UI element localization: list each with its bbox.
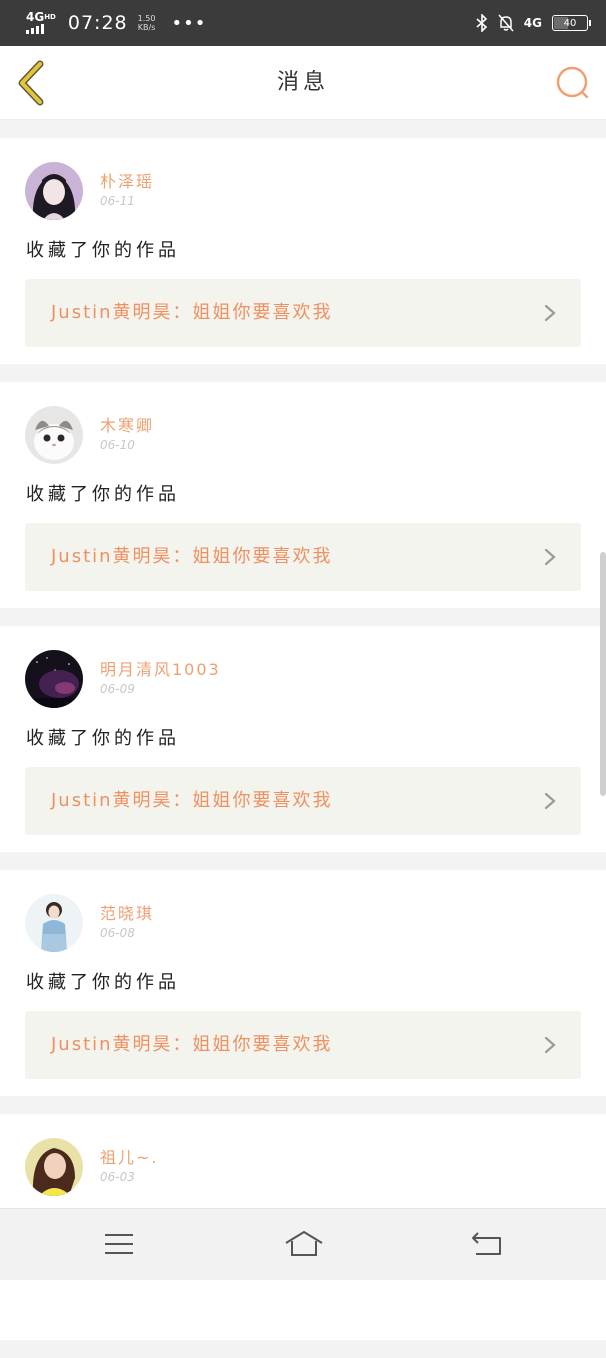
avatar[interactable] <box>25 1138 83 1196</box>
system-nav-bar <box>0 1208 606 1280</box>
return-icon <box>472 1232 501 1255</box>
search-icon <box>556 66 589 99</box>
sender-name[interactable]: 范晓琪 <box>100 900 154 924</box>
notification-card[interactable]: 明月清风1003 06-09 收藏了你的作品 Justin黄明昊：姐姐你要喜欢我 <box>0 626 606 852</box>
net-speed-value: 1.50 <box>137 14 156 23</box>
notification-date: 06-09 <box>100 682 135 696</box>
chevron-right-icon <box>544 548 556 566</box>
signal-bars-icon <box>26 24 56 34</box>
chevron-right-icon <box>544 304 556 322</box>
work-title: Justin黄明昊：姐姐你要喜欢我 <box>51 790 333 811</box>
app-header: 消息 <box>0 46 606 120</box>
return-button[interactable] <box>470 1229 504 1259</box>
mute-bell-icon <box>498 14 514 32</box>
notification-action: 收藏了你的作品 <box>26 484 180 505</box>
scrollbar[interactable] <box>600 552 606 796</box>
notification-action: 收藏了你的作品 <box>26 728 180 749</box>
sender-name[interactable]: 明月清风1003 <box>100 656 221 680</box>
net-speed-unit: KB/s <box>137 23 156 32</box>
notification-date: 06-03 <box>100 1170 135 1184</box>
network-sup: HD <box>44 13 56 21</box>
notification-action: 收藏了你的作品 <box>26 240 180 261</box>
status-bar: 4GHD 07:28 1.50 KB/s ••• 4G 40 <box>0 0 606 46</box>
network-type: 4G <box>26 10 45 24</box>
avatar[interactable] <box>25 650 83 708</box>
chevron-right-icon <box>544 792 556 810</box>
menu-button[interactable] <box>102 1229 136 1259</box>
net-speed: 1.50 KB/s <box>138 14 156 32</box>
notification-date: 06-08 <box>100 926 135 940</box>
notification-action: 收藏了你的作品 <box>26 972 180 993</box>
work-title: Justin黄明昊：姐姐你要喜欢我 <box>51 302 333 323</box>
page-title: 消息 <box>276 70 329 95</box>
chevron-right-icon <box>544 1036 556 1054</box>
home-button[interactable] <box>284 1229 324 1259</box>
network-type-2: 4G <box>523 16 542 30</box>
search-button[interactable] <box>554 64 592 102</box>
notification-card[interactable]: 朴泽瑶 06-11 收藏了你的作品 Justin黄明昊：姐姐你要喜欢我 <box>0 138 606 364</box>
work-preview[interactable]: Justin黄明昊：姐姐你要喜欢我 <box>25 767 581 835</box>
sender-name[interactable]: 祖儿~. <box>100 1144 159 1168</box>
home-icon <box>285 1231 323 1256</box>
more-notifications-icon: ••• <box>171 12 207 34</box>
work-title: Justin黄明昊：姐姐你要喜欢我 <box>51 1034 333 1055</box>
notification-list: 朴泽瑶 06-11 收藏了你的作品 Justin黄明昊：姐姐你要喜欢我 木寒卿 … <box>0 138 606 1358</box>
sender-name[interactable]: 朴泽瑶 <box>100 168 154 192</box>
notification-card[interactable]: 木寒卿 06-10 收藏了你的作品 Justin黄明昊：姐姐你要喜欢我 <box>0 382 606 608</box>
notification-card[interactable]: 范晓琪 06-08 收藏了你的作品 Justin黄明昊：姐姐你要喜欢我 <box>0 870 606 1096</box>
signal-indicator: 4GHD <box>26 10 56 34</box>
work-preview[interactable]: Justin黄明昊：姐姐你要喜欢我 <box>25 1011 581 1079</box>
work-preview[interactable]: Justin黄明昊：姐姐你要喜欢我 <box>25 523 581 591</box>
work-title: Justin黄明昊：姐姐你要喜欢我 <box>51 546 333 567</box>
work-preview[interactable]: Justin黄明昊：姐姐你要喜欢我 <box>25 279 581 347</box>
notification-date: 06-10 <box>100 438 135 452</box>
avatar[interactable] <box>25 894 83 952</box>
notification-date: 06-11 <box>100 194 135 208</box>
menu-icon <box>105 1234 133 1254</box>
avatar[interactable] <box>25 406 83 464</box>
bluetooth-icon <box>476 14 487 32</box>
clock: 07:28 <box>67 12 128 34</box>
sender-name[interactable]: 木寒卿 <box>100 412 154 436</box>
battery-level: 40 <box>563 17 577 29</box>
battery-icon: 40 <box>552 15 591 31</box>
avatar[interactable] <box>25 162 83 220</box>
